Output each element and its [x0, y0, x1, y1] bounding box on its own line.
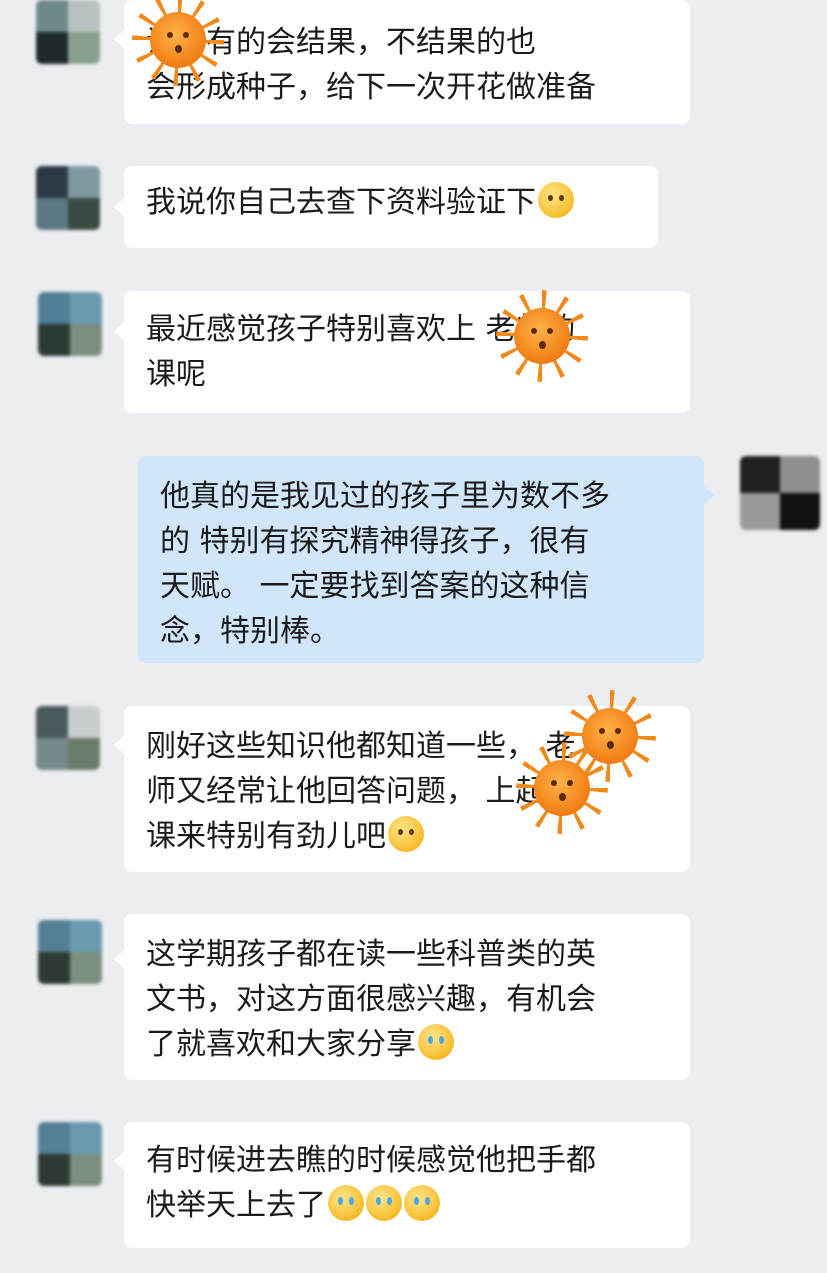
message-text: 这学期孩子都在读一些科普类的英 文书，对这方面很感兴趣，有机会 了就喜欢和大家分… — [146, 937, 596, 1062]
avatar[interactable] — [36, 166, 100, 230]
avatar[interactable] — [38, 292, 102, 356]
message-bubble-own[interactable]: 他真的是我见过的孩子里为数不多 的 特别有探究精神得孩子，很有 天赋。 一定要找… — [138, 456, 704, 663]
laugh-cry-face-icon — [418, 1024, 454, 1060]
message-text: 我说你自己去查下资料验证下 — [146, 185, 536, 220]
message-text: 最近感觉孩子特别喜欢上 老师的 课呢 — [146, 312, 576, 392]
message-bubble[interactable]: 最近感觉孩子特别喜欢上 老师的 课呢 — [124, 291, 690, 413]
message-text: 他真的是我见过的孩子里为数不多 的 特别有探究精神得孩子，很有 天赋。 一定要找… — [160, 479, 610, 649]
avatar[interactable] — [38, 920, 102, 984]
laugh-cry-face-icon — [366, 1185, 402, 1221]
laugh-cry-face-icon — [328, 1185, 364, 1221]
message-text: 刚好这些知识他都知道一些， 老 师又经常让他回答问题， 上起 课来特别有劲儿吧 — [146, 729, 576, 854]
grin-face-icon — [538, 182, 574, 218]
message-bubble[interactable]: 有时候进去瞧的时候感觉他把手都 快举天上去了 — [124, 1122, 690, 1248]
laugh-cry-face-icon — [404, 1185, 440, 1221]
avatar[interactable] — [36, 0, 100, 64]
sun-sticker-icon — [496, 290, 588, 382]
message-bubble[interactable]: 这学期孩子都在读一些科普类的英 文书，对这方面很感兴趣，有机会 了就喜欢和大家分… — [124, 914, 690, 1080]
grin-face-icon — [388, 816, 424, 852]
avatar[interactable] — [38, 1122, 102, 1186]
avatar-own[interactable] — [740, 456, 820, 530]
message-bubble[interactable]: 我说你自己去查下资料验证下 — [124, 166, 658, 248]
message-text: 说，有的会结果，不结果的也 会形成种子，给下一次开花做准备 — [146, 25, 596, 105]
avatar[interactable] — [36, 706, 100, 770]
sun-sticker-icon — [516, 742, 608, 834]
